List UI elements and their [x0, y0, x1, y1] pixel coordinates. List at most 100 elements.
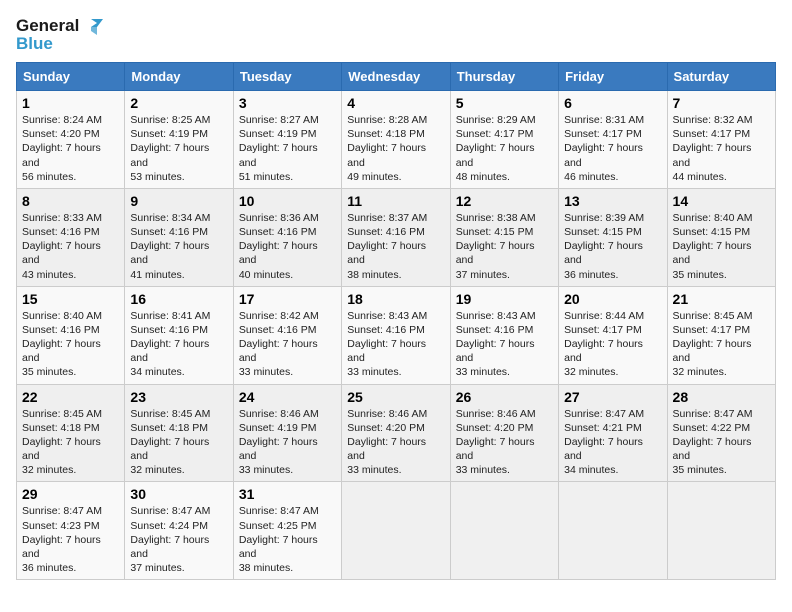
calendar-cell	[342, 482, 450, 580]
calendar-cell: 2 Sunrise: 8:25 AMSunset: 4:19 PMDaylight…	[125, 91, 233, 189]
calendar-cell: 19 Sunrise: 8:43 AMSunset: 4:16 PMDayligh…	[450, 286, 558, 384]
cell-info: Sunrise: 8:38 AMSunset: 4:15 PMDaylight:…	[456, 211, 553, 282]
cell-info: Sunrise: 8:45 AMSunset: 4:18 PMDaylight:…	[130, 407, 227, 478]
day-number: 25	[347, 389, 444, 405]
day-number: 5	[456, 95, 553, 111]
cell-info: Sunrise: 8:27 AMSunset: 4:19 PMDaylight:…	[239, 113, 336, 184]
weekday-header-sunday: Sunday	[17, 63, 125, 91]
cell-info: Sunrise: 8:37 AMSunset: 4:16 PMDaylight:…	[347, 211, 444, 282]
cell-info: Sunrise: 8:46 AMSunset: 4:20 PMDaylight:…	[347, 407, 444, 478]
cell-info: Sunrise: 8:47 AMSunset: 4:24 PMDaylight:…	[130, 504, 227, 575]
day-number: 8	[22, 193, 119, 209]
cell-info: Sunrise: 8:40 AMSunset: 4:16 PMDaylight:…	[22, 309, 119, 380]
calendar-cell: 27 Sunrise: 8:47 AMSunset: 4:21 PMDayligh…	[559, 384, 667, 482]
day-number: 31	[239, 486, 336, 502]
day-number: 4	[347, 95, 444, 111]
cell-info: Sunrise: 8:42 AMSunset: 4:16 PMDaylight:…	[239, 309, 336, 380]
day-number: 16	[130, 291, 227, 307]
cell-info: Sunrise: 8:43 AMSunset: 4:16 PMDaylight:…	[347, 309, 444, 380]
calendar-cell: 22 Sunrise: 8:45 AMSunset: 4:18 PMDayligh…	[17, 384, 125, 482]
logo-bird-icon	[81, 17, 103, 35]
weekday-header-wednesday: Wednesday	[342, 63, 450, 91]
day-number: 21	[673, 291, 770, 307]
day-number: 3	[239, 95, 336, 111]
day-number: 2	[130, 95, 227, 111]
cell-info: Sunrise: 8:29 AMSunset: 4:17 PMDaylight:…	[456, 113, 553, 184]
day-number: 24	[239, 389, 336, 405]
calendar-table: SundayMondayTuesdayWednesdayThursdayFrid…	[16, 62, 776, 580]
day-number: 7	[673, 95, 770, 111]
day-number: 12	[456, 193, 553, 209]
cell-info: Sunrise: 8:41 AMSunset: 4:16 PMDaylight:…	[130, 309, 227, 380]
weekday-header-monday: Monday	[125, 63, 233, 91]
day-number: 13	[564, 193, 661, 209]
day-number: 1	[22, 95, 119, 111]
cell-info: Sunrise: 8:47 AMSunset: 4:22 PMDaylight:…	[673, 407, 770, 478]
cell-info: Sunrise: 8:39 AMSunset: 4:15 PMDaylight:…	[564, 211, 661, 282]
calendar-cell: 24 Sunrise: 8:46 AMSunset: 4:19 PMDayligh…	[233, 384, 341, 482]
calendar-cell	[667, 482, 775, 580]
calendar-cell: 23 Sunrise: 8:45 AMSunset: 4:18 PMDayligh…	[125, 384, 233, 482]
calendar-cell: 26 Sunrise: 8:46 AMSunset: 4:20 PMDayligh…	[450, 384, 558, 482]
day-number: 18	[347, 291, 444, 307]
day-number: 26	[456, 389, 553, 405]
cell-info: Sunrise: 8:40 AMSunset: 4:15 PMDaylight:…	[673, 211, 770, 282]
day-number: 22	[22, 389, 119, 405]
cell-info: Sunrise: 8:47 AMSunset: 4:25 PMDaylight:…	[239, 504, 336, 575]
calendar-cell: 29 Sunrise: 8:47 AMSunset: 4:23 PMDayligh…	[17, 482, 125, 580]
calendar-cell: 6 Sunrise: 8:31 AMSunset: 4:17 PMDaylight…	[559, 91, 667, 189]
day-number: 28	[673, 389, 770, 405]
logo-general-text: General	[16, 16, 79, 36]
day-number: 15	[22, 291, 119, 307]
day-number: 19	[456, 291, 553, 307]
calendar-cell: 30 Sunrise: 8:47 AMSunset: 4:24 PMDayligh…	[125, 482, 233, 580]
cell-info: Sunrise: 8:28 AMSunset: 4:18 PMDaylight:…	[347, 113, 444, 184]
day-number: 30	[130, 486, 227, 502]
cell-info: Sunrise: 8:45 AMSunset: 4:18 PMDaylight:…	[22, 407, 119, 478]
day-number: 17	[239, 291, 336, 307]
weekday-header-friday: Friday	[559, 63, 667, 91]
day-number: 23	[130, 389, 227, 405]
calendar-cell: 7 Sunrise: 8:32 AMSunset: 4:17 PMDaylight…	[667, 91, 775, 189]
calendar-cell: 14 Sunrise: 8:40 AMSunset: 4:15 PMDayligh…	[667, 188, 775, 286]
calendar-cell: 31 Sunrise: 8:47 AMSunset: 4:25 PMDayligh…	[233, 482, 341, 580]
weekday-header-saturday: Saturday	[667, 63, 775, 91]
cell-info: Sunrise: 8:34 AMSunset: 4:16 PMDaylight:…	[130, 211, 227, 282]
cell-info: Sunrise: 8:25 AMSunset: 4:19 PMDaylight:…	[130, 113, 227, 184]
calendar-cell: 3 Sunrise: 8:27 AMSunset: 4:19 PMDaylight…	[233, 91, 341, 189]
cell-info: Sunrise: 8:46 AMSunset: 4:19 PMDaylight:…	[239, 407, 336, 478]
calendar-cell: 21 Sunrise: 8:45 AMSunset: 4:17 PMDayligh…	[667, 286, 775, 384]
cell-info: Sunrise: 8:47 AMSunset: 4:23 PMDaylight:…	[22, 504, 119, 575]
calendar-cell: 4 Sunrise: 8:28 AMSunset: 4:18 PMDaylight…	[342, 91, 450, 189]
calendar-cell: 10Sunrise: 8:36 AMSunset: 4:16 PMDayligh…	[233, 188, 341, 286]
day-number: 10	[239, 193, 336, 209]
logo-blue-text: Blue	[16, 34, 53, 54]
day-number: 11	[347, 193, 444, 209]
calendar-cell: 12 Sunrise: 8:38 AMSunset: 4:15 PMDayligh…	[450, 188, 558, 286]
cell-info: Sunrise: 8:33 AMSunset: 4:16 PMDaylight:…	[22, 211, 119, 282]
day-number: 29	[22, 486, 119, 502]
logo: General Blue	[16, 16, 103, 54]
cell-info: Sunrise: 8:24 AMSunset: 4:20 PMDaylight:…	[22, 113, 119, 184]
cell-info: Sunrise: 8:46 AMSunset: 4:20 PMDaylight:…	[456, 407, 553, 478]
day-number: 14	[673, 193, 770, 209]
calendar-cell: 28 Sunrise: 8:47 AMSunset: 4:22 PMDayligh…	[667, 384, 775, 482]
day-number: 9	[130, 193, 227, 209]
cell-info: Sunrise: 8:43 AMSunset: 4:16 PMDaylight:…	[456, 309, 553, 380]
calendar-cell: 18 Sunrise: 8:43 AMSunset: 4:16 PMDayligh…	[342, 286, 450, 384]
calendar-cell: 25 Sunrise: 8:46 AMSunset: 4:20 PMDayligh…	[342, 384, 450, 482]
calendar-cell: 8 Sunrise: 8:33 AMSunset: 4:16 PMDaylight…	[17, 188, 125, 286]
calendar-cell: 5 Sunrise: 8:29 AMSunset: 4:17 PMDaylight…	[450, 91, 558, 189]
day-number: 20	[564, 291, 661, 307]
day-number: 6	[564, 95, 661, 111]
cell-info: Sunrise: 8:45 AMSunset: 4:17 PMDaylight:…	[673, 309, 770, 380]
calendar-cell: 15 Sunrise: 8:40 AMSunset: 4:16 PMDayligh…	[17, 286, 125, 384]
day-number: 27	[564, 389, 661, 405]
calendar-cell	[450, 482, 558, 580]
cell-info: Sunrise: 8:47 AMSunset: 4:21 PMDaylight:…	[564, 407, 661, 478]
cell-info: Sunrise: 8:31 AMSunset: 4:17 PMDaylight:…	[564, 113, 661, 184]
weekday-header-tuesday: Tuesday	[233, 63, 341, 91]
calendar-cell: 17 Sunrise: 8:42 AMSunset: 4:16 PMDayligh…	[233, 286, 341, 384]
calendar-cell	[559, 482, 667, 580]
cell-info: Sunrise: 8:32 AMSunset: 4:17 PMDaylight:…	[673, 113, 770, 184]
